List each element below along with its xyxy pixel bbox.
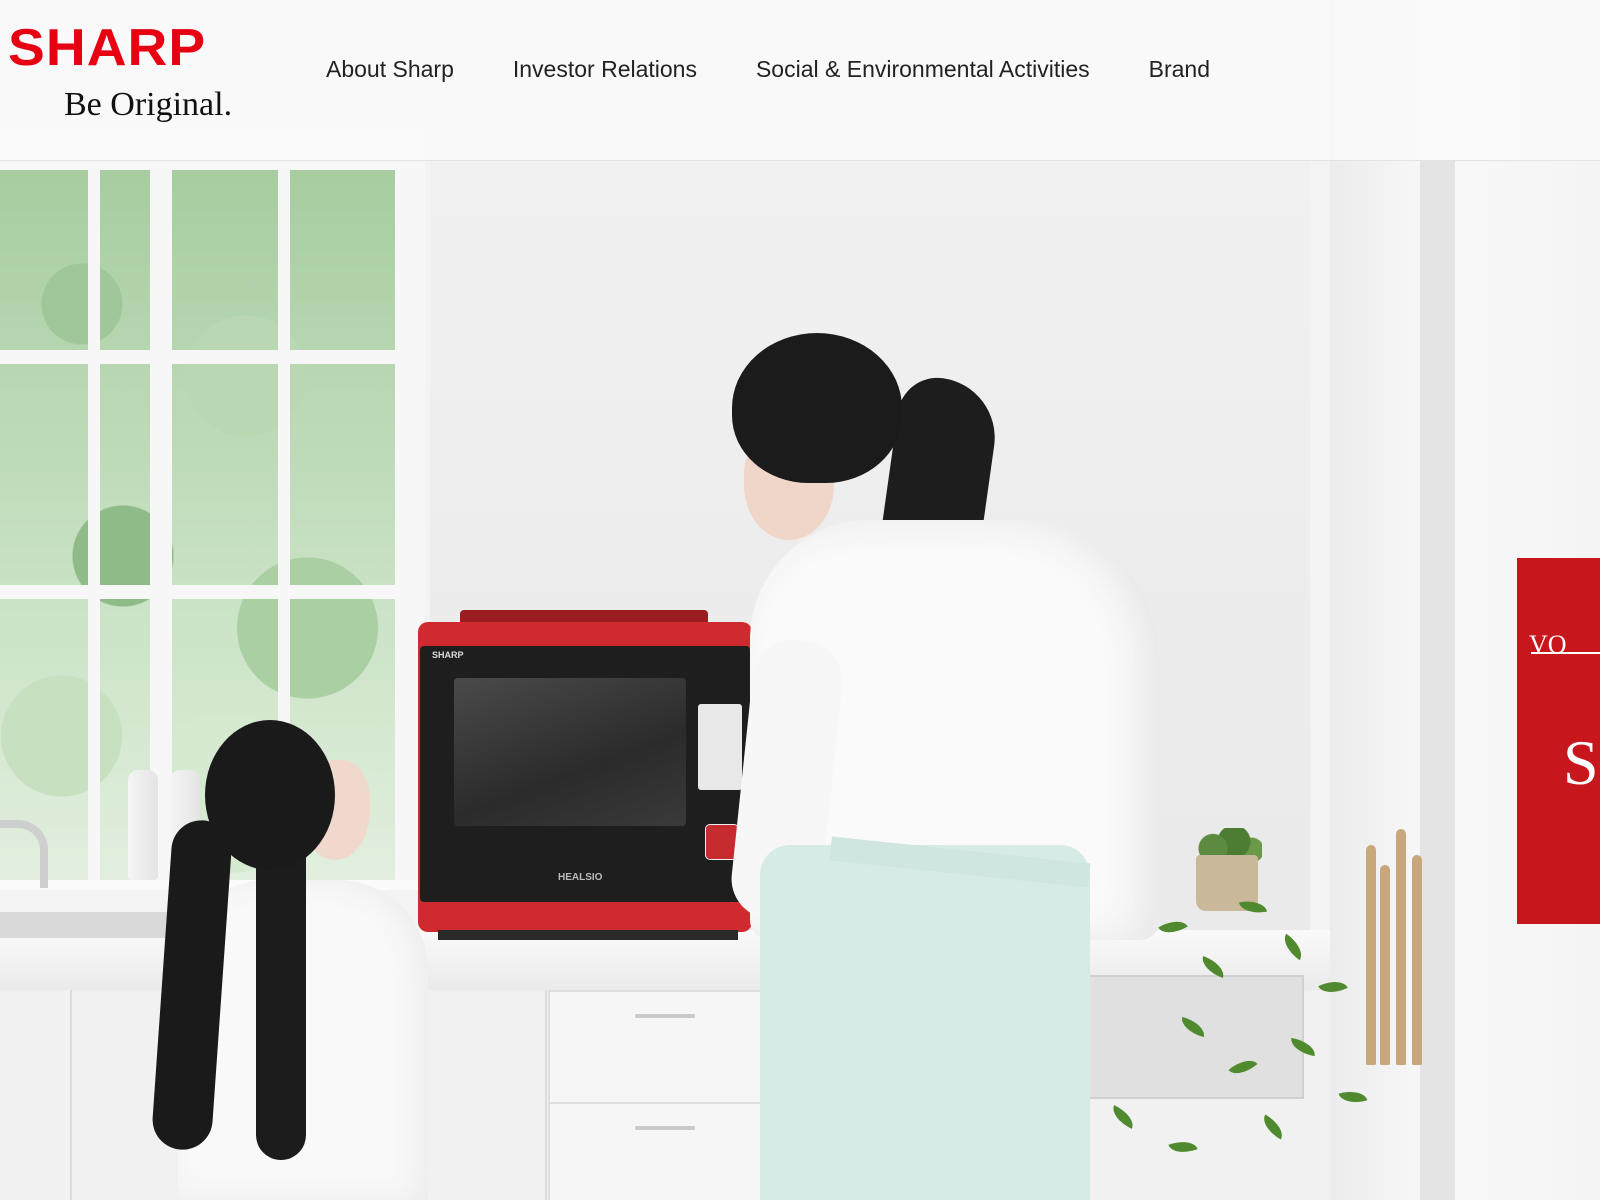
microwave-window xyxy=(454,678,686,826)
wooden-spoon xyxy=(1396,829,1406,1065)
kitchen-sink xyxy=(0,912,180,938)
sharp-logo[interactable]: SHARP Be Original. xyxy=(8,20,278,130)
main-nav: About Sharp Investor Relations Social & … xyxy=(326,56,1269,83)
girl-hair xyxy=(205,720,335,870)
nav-about-sharp[interactable]: About Sharp xyxy=(326,56,454,83)
stove xyxy=(1075,975,1304,1099)
drawer-handle xyxy=(635,1014,695,1018)
woman-hair xyxy=(732,333,902,483)
cabinet-door xyxy=(545,990,547,1200)
window-frame xyxy=(0,585,410,599)
drawer-handle xyxy=(635,1126,695,1130)
woman-apron xyxy=(760,845,1090,1200)
nav-investor-relations[interactable]: Investor Relations xyxy=(513,56,697,83)
microwave-door xyxy=(420,646,750,902)
hero-image: SHARP HEALSIO xyxy=(0,0,1600,1200)
wooden-spoon xyxy=(1366,845,1376,1065)
microwave-brand-label: SHARP xyxy=(432,650,464,660)
microwave-control-panel xyxy=(698,704,742,790)
faucet xyxy=(0,820,48,888)
soap-bottle xyxy=(128,770,158,880)
logo-tagline: Be Original. xyxy=(64,86,233,123)
drawer xyxy=(548,990,780,1104)
wooden-spoon xyxy=(1412,855,1422,1065)
logo-wordmark: SHARP xyxy=(8,19,207,77)
utensil-holder xyxy=(1366,825,1430,1065)
window-frame xyxy=(88,160,100,880)
site-header: SHARP Be Original. About Sharp Investor … xyxy=(0,0,1600,161)
cabinet-door xyxy=(70,990,72,1200)
side-banner-glyph: S xyxy=(1563,727,1599,798)
microwave-base xyxy=(438,930,738,940)
microwave-oven: SHARP HEALSIO xyxy=(418,610,754,940)
wooden-spoon xyxy=(1380,865,1390,1065)
side-promo-banner[interactable]: VO S xyxy=(1517,558,1600,924)
side-banner-text: VO xyxy=(1529,630,1567,659)
window-frame xyxy=(0,350,410,364)
drawer xyxy=(548,1102,780,1200)
nav-social-environmental[interactable]: Social & Environmental Activities xyxy=(756,56,1090,83)
nav-brand[interactable]: Brand xyxy=(1149,56,1210,83)
side-banner-divider xyxy=(1531,652,1600,654)
microwave-model-label: HEALSIO xyxy=(558,872,603,883)
window-frame xyxy=(0,160,410,170)
